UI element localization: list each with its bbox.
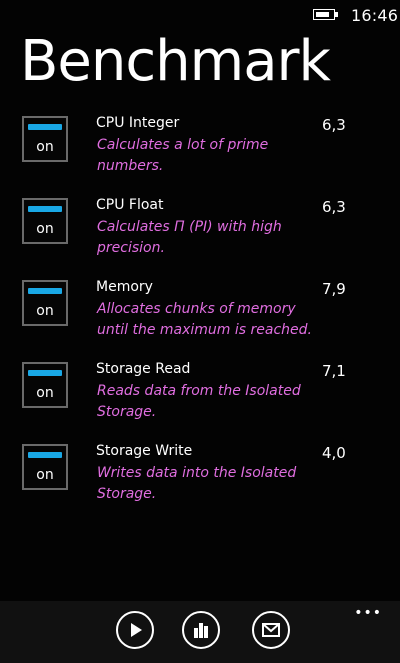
test-description: Calculates a lot of prime numbers. <box>97 137 269 174</box>
status-time: 16:46 <box>351 6 399 25</box>
test-name: Storage Write <box>96 443 193 459</box>
test-description: Calculates Π (PI) with high precision. <box>97 219 282 256</box>
toggle-indicator <box>28 288 62 294</box>
toggle-label: on <box>36 303 54 319</box>
battery-charging-icon <box>313 9 338 20</box>
results-button[interactable] <box>182 611 220 649</box>
toggle-indicator <box>28 206 62 212</box>
page-title: Benchmark <box>20 29 331 94</box>
bar-chart-icon <box>194 623 208 638</box>
toggle-indicator <box>28 124 62 130</box>
toggle-label: on <box>36 385 54 401</box>
toggle-switch[interactable]: on <box>22 280 68 326</box>
test-score: 6,3 <box>322 116 346 134</box>
play-icon <box>131 623 142 637</box>
test-name: Memory <box>96 279 153 295</box>
test-name: Storage Read <box>96 361 191 377</box>
more-dots-icon[interactable]: ••• <box>354 606 382 620</box>
play-button[interactable] <box>116 611 154 649</box>
toggle-indicator <box>28 452 62 458</box>
test-description: Reads data from the Isolated Storage. <box>97 383 301 420</box>
mail-button[interactable] <box>252 611 290 649</box>
test-name: CPU Integer <box>96 115 180 131</box>
app-bar: ••• <box>0 601 400 663</box>
toggle-switch[interactable]: on <box>22 198 68 244</box>
toggle-switch[interactable]: on <box>22 116 68 162</box>
toggle-switch[interactable]: on <box>22 444 68 490</box>
test-description: Writes data into the Isolated Storage. <box>97 465 297 502</box>
mail-icon <box>262 623 280 637</box>
test-score: 4,0 <box>322 444 346 462</box>
test-description: Allocates chunks of memory until the max… <box>97 301 312 338</box>
test-score: 7,9 <box>322 280 346 298</box>
toggle-label: on <box>36 467 54 483</box>
toggle-label: on <box>36 221 54 237</box>
benchmark-screen: 16:46 Benchmark on CPU Integer Calculate… <box>0 0 400 663</box>
test-name: CPU Float <box>96 197 164 213</box>
toggle-switch[interactable]: on <box>22 362 68 408</box>
test-score: 6,3 <box>322 198 346 216</box>
toggle-indicator <box>28 370 62 376</box>
test-score: 7,1 <box>322 362 346 380</box>
toggle-label: on <box>36 139 54 155</box>
